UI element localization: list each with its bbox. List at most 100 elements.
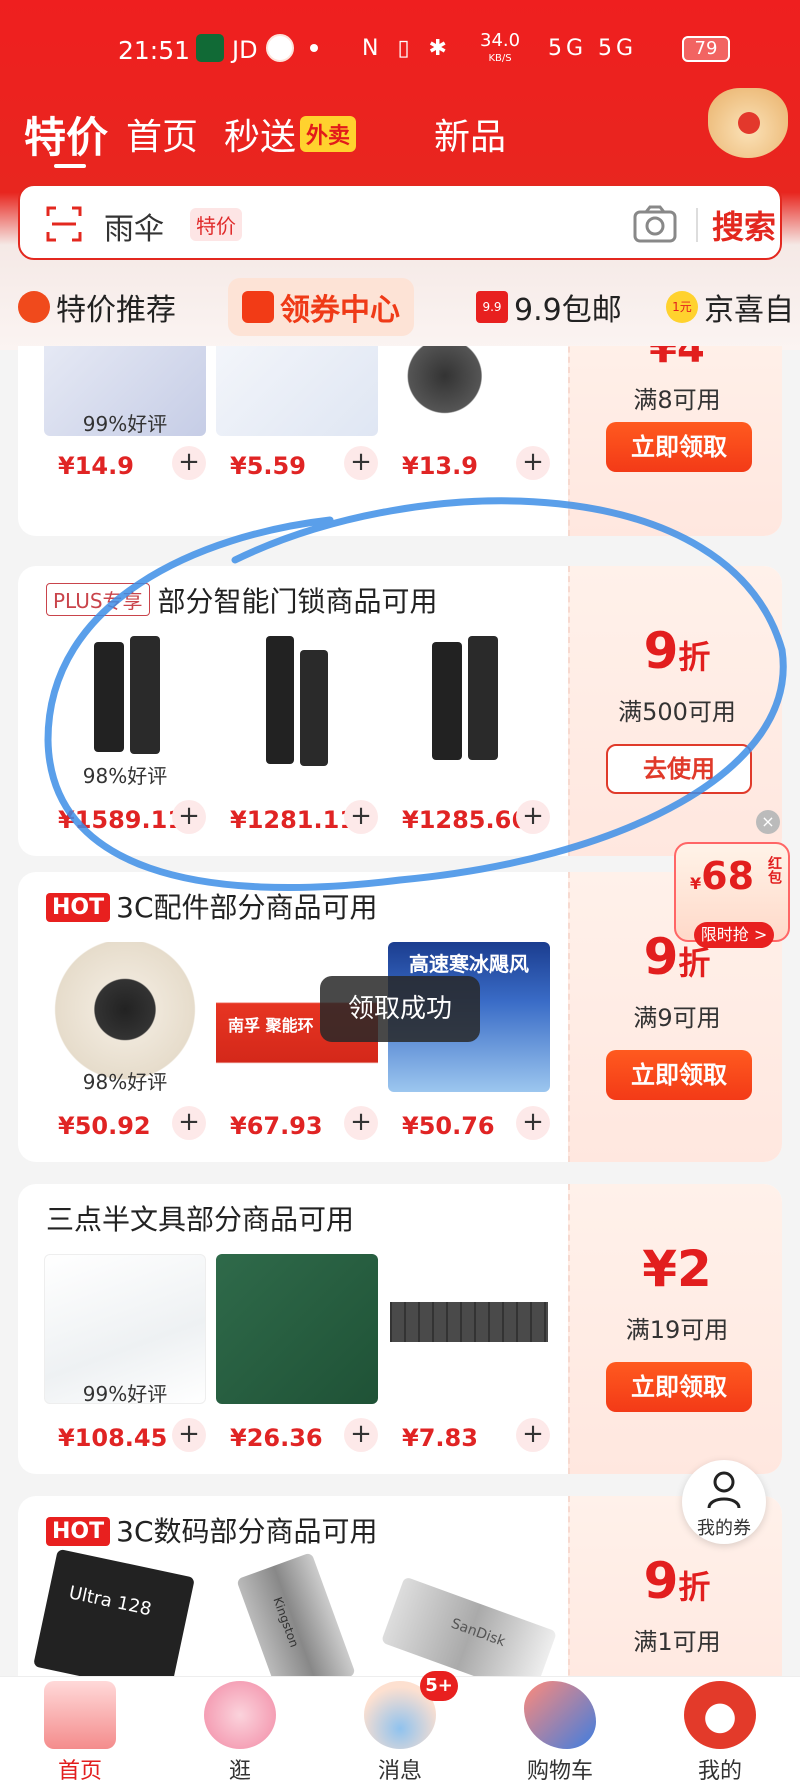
nav-home[interactable]: 首页 — [0, 1677, 160, 1786]
coupon-title: 三点半文具部分商品可用 — [46, 1203, 355, 1236]
coupon-title-text: 3C数码部分商品可用 — [116, 1515, 378, 1548]
network-speed-unit: KB/S — [488, 53, 512, 64]
category-coupon-center[interactable]: 领券中心 — [228, 278, 414, 336]
coupon-title-text: 部分智能门锁商品可用 — [157, 585, 438, 618]
hot-badge: HOT — [46, 893, 111, 922]
category-special-recommend[interactable]: 特价推荐 — [18, 278, 176, 336]
coupon-card: ¥4 满8可用 立即领取 99%好评 ¥14.9 + ¥5.59 + ¥13.9… — [18, 346, 782, 536]
nav-browse[interactable]: 逛 — [160, 1677, 320, 1786]
add-to-cart-button[interactable]: + — [344, 1106, 378, 1140]
tab-new-products[interactable]: 新品 — [434, 108, 506, 160]
status-carrier-app: JD — [232, 36, 258, 64]
status-system-icons: N ▯ ✱ — [362, 36, 453, 61]
nav-label: 首页 — [57, 1759, 102, 1784]
nav-label: 消息 — [377, 1759, 422, 1784]
add-to-cart-button[interactable]: + — [172, 1418, 206, 1452]
product-rating: 98%好评 — [82, 764, 168, 788]
search-tag: 特价 — [190, 208, 242, 241]
product-image[interactable]: Kingston — [236, 1552, 356, 1676]
hot-badge: HOT — [46, 1517, 111, 1546]
one-yuan-icon: 1元 — [666, 291, 698, 323]
red-packet-body[interactable]: ¥68 红包 限时抢 > — [674, 842, 790, 948]
coupon-card: 9折 满1可用 HOT 3C数码部分商品可用 Ultra 128 Kingston… — [18, 1496, 782, 1676]
category-label: 京喜自 — [704, 293, 794, 328]
my-coupons-button[interactable]: 我的券 — [682, 1460, 766, 1544]
claim-button[interactable]: 立即领取 — [606, 1050, 752, 1100]
bottom-nav: 首页 逛 5+ 消息 购物车 我的 — [0, 1671, 800, 1786]
coupon-amount-unit: 折 — [678, 638, 711, 676]
coupon-amount: ¥4 — [649, 346, 705, 372]
product-image-text: Ultra 128 — [66, 1582, 154, 1621]
battery-icon: 79 — [682, 36, 730, 62]
search-bar[interactable]: 雨伞 特价 搜索 — [18, 184, 782, 260]
product-rating: 99%好评 — [82, 412, 168, 436]
coupon-amount: 9折 — [570, 622, 782, 680]
nav-cart[interactable]: 购物车 — [480, 1677, 640, 1786]
red-packet-float[interactable]: × ¥68 红包 限时抢 > — [674, 810, 790, 966]
coupon-title-text: 3C配件部分商品可用 — [116, 891, 378, 924]
add-to-cart-button[interactable]: + — [344, 1418, 378, 1452]
sakura-icon — [204, 1681, 276, 1749]
status-bar: 21:51 JD N ▯ ✱ 34.0 KB/S 5G 5G 79 — [0, 32, 800, 72]
product-price: ¥5.59 — [230, 452, 306, 480]
coupon-right-panel: ¥2 满19可用 立即领取 — [568, 1184, 782, 1474]
product-price: ¥50.92 — [58, 1112, 151, 1140]
coupon-condition: 满500可用 — [618, 698, 736, 726]
product-image[interactable] — [388, 346, 550, 436]
add-to-cart-button[interactable]: + — [516, 1106, 550, 1140]
category-jingxi[interactable]: 1元 京喜自 — [666, 278, 794, 336]
search-button[interactable]: 搜索 — [712, 202, 776, 248]
product-image[interactable]: SanDisk — [380, 1576, 558, 1676]
status-avatar-icon — [266, 34, 294, 62]
coupon-condition: 满9可用 — [633, 1004, 721, 1032]
coupon-title: PLUS专享 部分智能门锁商品可用 — [46, 580, 438, 620]
tab-flash-delivery[interactable]: 秒送 外卖 — [224, 108, 357, 160]
search-divider — [696, 208, 698, 242]
yen-coupon-icon — [242, 291, 274, 323]
use-coupon-button[interactable]: 去使用 — [606, 744, 752, 794]
close-icon[interactable]: × — [756, 810, 780, 834]
add-to-cart-button[interactable]: + — [344, 800, 378, 834]
product-image[interactable] — [388, 636, 550, 786]
category-9-9-free-shipping[interactable]: 9.9 9.9包邮 — [476, 278, 622, 336]
product-price: ¥1281.11 — [230, 806, 357, 834]
claim-button[interactable]: 立即领取 — [606, 1362, 752, 1412]
percent-icon — [18, 291, 50, 323]
product-price: ¥50.76 — [402, 1112, 495, 1140]
category-row: 特价推荐 领券中心 9.9 9.9包邮 1元 京喜自 — [0, 278, 800, 338]
plus-exclusive-badge: PLUS专享 — [46, 583, 150, 616]
mascot-icon[interactable] — [708, 88, 788, 158]
add-to-cart-button[interactable]: + — [516, 800, 550, 834]
product-image[interactable] — [388, 1254, 550, 1404]
product-image[interactable] — [216, 346, 378, 436]
search-input[interactable]: 雨伞 — [104, 204, 164, 248]
product-rating: 99%好评 — [82, 1382, 168, 1406]
coupon-condition: 满1可用 — [633, 1628, 721, 1656]
add-to-cart-button[interactable]: + — [172, 800, 206, 834]
red-packet-cta[interactable]: 限时抢 > — [694, 922, 774, 948]
add-to-cart-button[interactable]: + — [344, 446, 378, 480]
scan-icon[interactable] — [44, 204, 84, 244]
product-price: ¥7.83 — [402, 1424, 478, 1452]
network-speed-value: 34.0 — [480, 30, 521, 51]
coupon-right-panel: ¥4 满8可用 立即领取 — [568, 346, 782, 536]
coupon-card: ¥2 满19可用 立即领取 三点半文具部分商品可用 99%好评 ¥108.45 … — [18, 1184, 782, 1474]
add-to-cart-button[interactable]: + — [516, 446, 550, 480]
tab-special-price[interactable]: 特价 — [24, 104, 108, 168]
product-image[interactable] — [216, 636, 378, 786]
camera-icon[interactable] — [632, 204, 678, 244]
tab-home[interactable]: 首页 — [126, 108, 198, 160]
claim-button[interactable]: 立即领取 — [606, 422, 752, 472]
nav-messages[interactable]: 5+ 消息 — [320, 1671, 480, 1786]
add-to-cart-button[interactable]: + — [172, 446, 206, 480]
product-image[interactable] — [216, 1254, 378, 1404]
nav-profile[interactable]: 我的 — [640, 1677, 800, 1786]
coupon-card: 9折 满500可用 去使用 PLUS专享 部分智能门锁商品可用 98%好评 ¥15… — [18, 566, 782, 856]
nine-nine-icon: 9.9 — [476, 291, 508, 323]
product-price: ¥108.45 — [58, 1424, 168, 1452]
koi-flag-icon — [524, 1681, 596, 1749]
product-image[interactable]: Ultra 128 — [33, 1548, 195, 1676]
add-to-cart-button[interactable]: + — [172, 1106, 206, 1140]
product-price: ¥1285.66 — [402, 806, 529, 834]
add-to-cart-button[interactable]: + — [516, 1418, 550, 1452]
